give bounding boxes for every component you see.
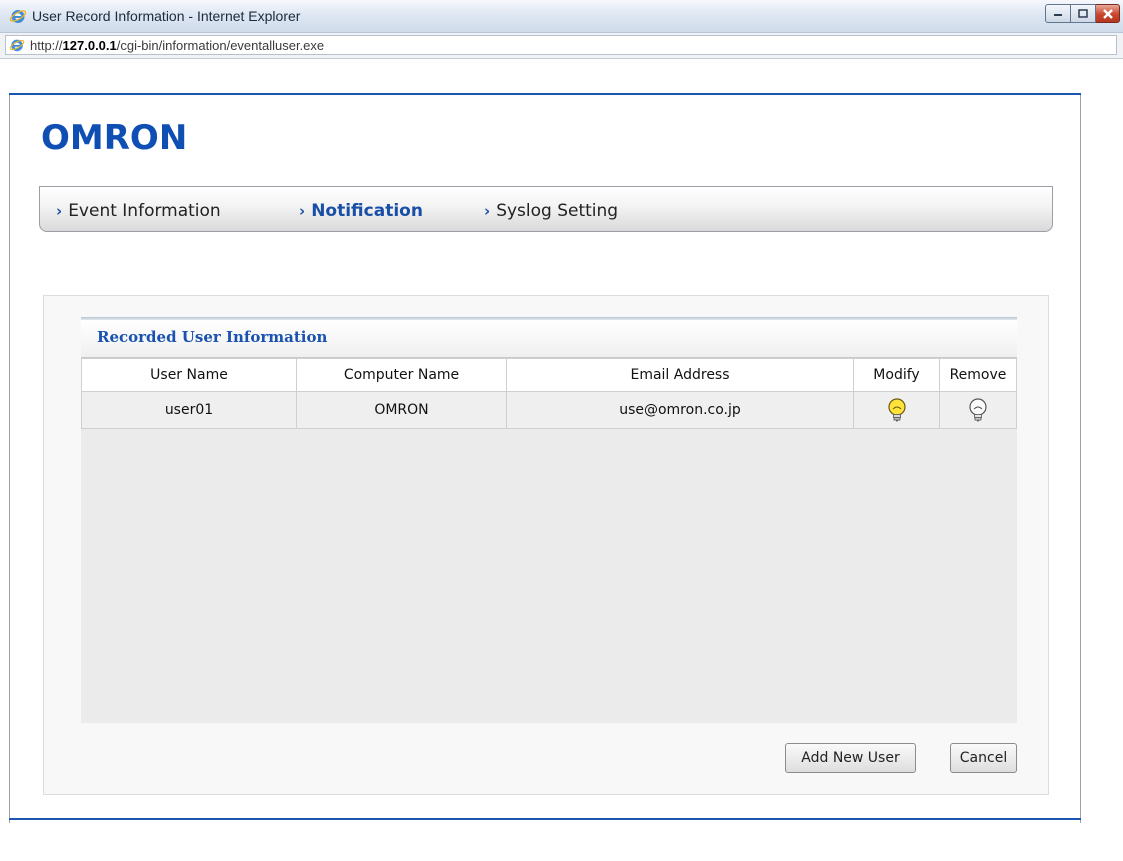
cell-remove — [939, 391, 1017, 429]
chevron-right-icon: › — [484, 202, 491, 220]
chevron-right-icon: › — [299, 202, 306, 220]
column-header-computer-name: Computer Name — [296, 358, 507, 392]
cell-modify — [853, 391, 940, 429]
nav-bar: › Event Information › Notification › Syslog… — [39, 186, 1053, 232]
divider — [9, 93, 1081, 95]
omron-logo: OMRON — [41, 118, 188, 158]
nav-item-notification[interactable]: › Notification — [299, 201, 423, 221]
cell-user-name: user01 — [81, 391, 297, 429]
section-title: Recorded User Information — [97, 328, 328, 346]
close-icon — [1102, 8, 1113, 19]
minimize-icon — [1054, 13, 1062, 16]
user-table: User Name Computer Name Email Address Mo… — [81, 358, 1017, 429]
close-button[interactable] — [1096, 4, 1120, 23]
column-header-remove: Remove — [939, 358, 1017, 392]
column-header-email-address: Email Address — [506, 358, 854, 392]
internet-explorer-icon — [9, 10, 27, 23]
maximize-icon — [1078, 8, 1088, 18]
add-new-user-button[interactable]: Add New User — [785, 743, 916, 773]
section-header: Recorded User Information — [81, 320, 1017, 358]
url-text: http://127.0.0.1/cgi-bin/information/eve… — [30, 38, 325, 53]
url-field[interactable]: http://127.0.0.1/cgi-bin/information/eve… — [5, 35, 1117, 55]
table-row: user01 OMRON use@omron.co.jp — [81, 391, 1017, 429]
window-title: User Record Information - Internet Explo… — [32, 8, 301, 24]
lightbulb-on-icon[interactable] — [886, 397, 908, 423]
table-header-row: User Name Computer Name Email Address Mo… — [81, 358, 1017, 392]
cell-computer-name: OMRON — [296, 391, 507, 429]
maximize-button[interactable] — [1071, 4, 1096, 23]
internet-explorer-icon — [9, 39, 25, 52]
column-header-modify: Modify — [853, 358, 940, 392]
chevron-right-icon: › — [56, 202, 63, 220]
column-header-user-name: User Name — [81, 358, 297, 392]
nav-item-event-information[interactable]: › Event Information — [56, 201, 221, 221]
window-titlebar: User Record Information - Internet Explo… — [0, 0, 1123, 33]
cell-email: use@omron.co.jp — [506, 391, 854, 429]
nav-item-syslog-setting[interactable]: › Syslog Setting — [484, 201, 618, 221]
divider — [9, 818, 1081, 820]
lightbulb-off-icon[interactable] — [967, 397, 989, 423]
minimize-button[interactable] — [1045, 4, 1071, 23]
address-bar: http://127.0.0.1/cgi-bin/information/eve… — [0, 33, 1123, 59]
cancel-button[interactable]: Cancel — [950, 743, 1017, 773]
